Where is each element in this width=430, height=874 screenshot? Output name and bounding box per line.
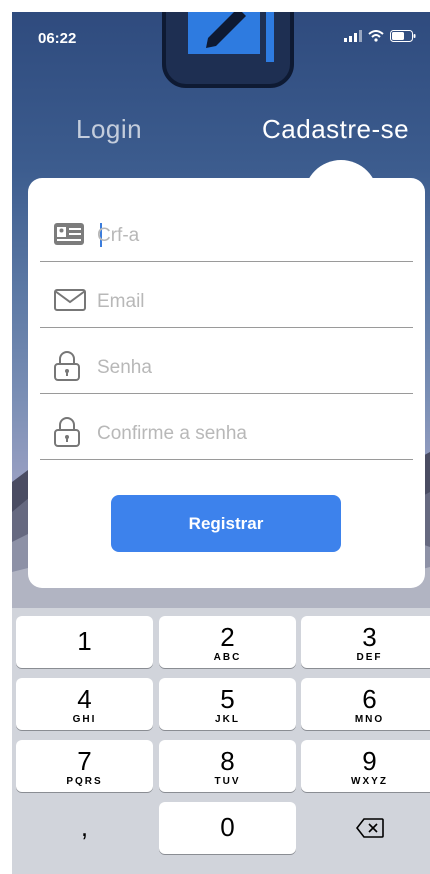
- key-delete[interactable]: [301, 802, 430, 854]
- tab-login[interactable]: Login: [76, 114, 142, 145]
- key-letters: ABC: [213, 652, 242, 663]
- key-digit: 9: [362, 746, 377, 776]
- confirm-password-field[interactable]: Confirme a senha: [40, 407, 413, 460]
- key-7[interactable]: 7 PQRS: [16, 740, 153, 792]
- lock-icon: [54, 417, 80, 447]
- key-9[interactable]: 9 WXYZ: [301, 740, 430, 792]
- crf-placeholder: Crf-a: [97, 225, 140, 246]
- key-letters: PQRS: [66, 776, 103, 787]
- key-digit: 0: [220, 812, 235, 842]
- key-0[interactable]: 0: [159, 802, 296, 854]
- signal-icon: [344, 30, 362, 42]
- key-2[interactable]: 2 ABC: [159, 616, 296, 668]
- wifi-icon: [368, 30, 384, 42]
- password-field[interactable]: Senha: [40, 341, 413, 394]
- password-placeholder: Senha: [97, 357, 152, 378]
- key-digit: 3: [362, 622, 377, 652]
- key-digit: 5: [220, 684, 235, 714]
- tab-signup[interactable]: Cadastre-se: [262, 114, 409, 145]
- key-digit: 1: [77, 626, 92, 656]
- key-letters: WXYZ: [351, 776, 388, 787]
- key-letters: DEF: [356, 652, 383, 663]
- key-3[interactable]: 3 DEF: [301, 616, 430, 668]
- crf-field[interactable]: Crf-a: [40, 209, 413, 262]
- signup-form-card: Crf-a Email Senha Confirme a senha Regis…: [28, 178, 425, 588]
- app-screen: 06:22 Login Cadastre-se Crf-a Email Senh…: [12, 12, 430, 874]
- key-1[interactable]: 1: [16, 616, 153, 668]
- key-digit: 6: [362, 684, 377, 714]
- email-field[interactable]: Email: [40, 275, 413, 328]
- key-4[interactable]: 4 GHI: [16, 678, 153, 730]
- numeric-keypad: 1 2 ABC 3 DEF 4 GHI 5 JKL 6 MNO 7 PQRS 8…: [12, 608, 430, 874]
- key-letters: JKL: [215, 714, 240, 725]
- key-digit: 4: [77, 684, 92, 714]
- envelope-icon: [54, 289, 86, 311]
- register-button[interactable]: Registrar: [111, 495, 341, 552]
- key-5[interactable]: 5 JKL: [159, 678, 296, 730]
- key-digit: ,: [80, 812, 89, 842]
- key-comma[interactable]: ,: [16, 802, 153, 854]
- key-digit: 7: [77, 746, 92, 776]
- confirm-password-placeholder: Confirme a senha: [97, 423, 247, 444]
- key-digit: 8: [220, 746, 235, 776]
- status-time: 06:22: [38, 30, 77, 47]
- key-digit: 2: [220, 622, 235, 652]
- app-logo: [162, 12, 294, 88]
- key-6[interactable]: 6 MNO: [301, 678, 430, 730]
- email-placeholder: Email: [97, 291, 145, 312]
- key-letters: TUV: [214, 776, 241, 787]
- key-8[interactable]: 8 TUV: [159, 740, 296, 792]
- status-icons: [344, 30, 416, 42]
- battery-icon: [390, 30, 416, 42]
- key-letters: MNO: [354, 714, 385, 725]
- lock-icon: [54, 351, 80, 381]
- id-card-icon: [54, 223, 84, 245]
- key-letters: GHI: [72, 714, 97, 725]
- backspace-icon: [355, 818, 384, 838]
